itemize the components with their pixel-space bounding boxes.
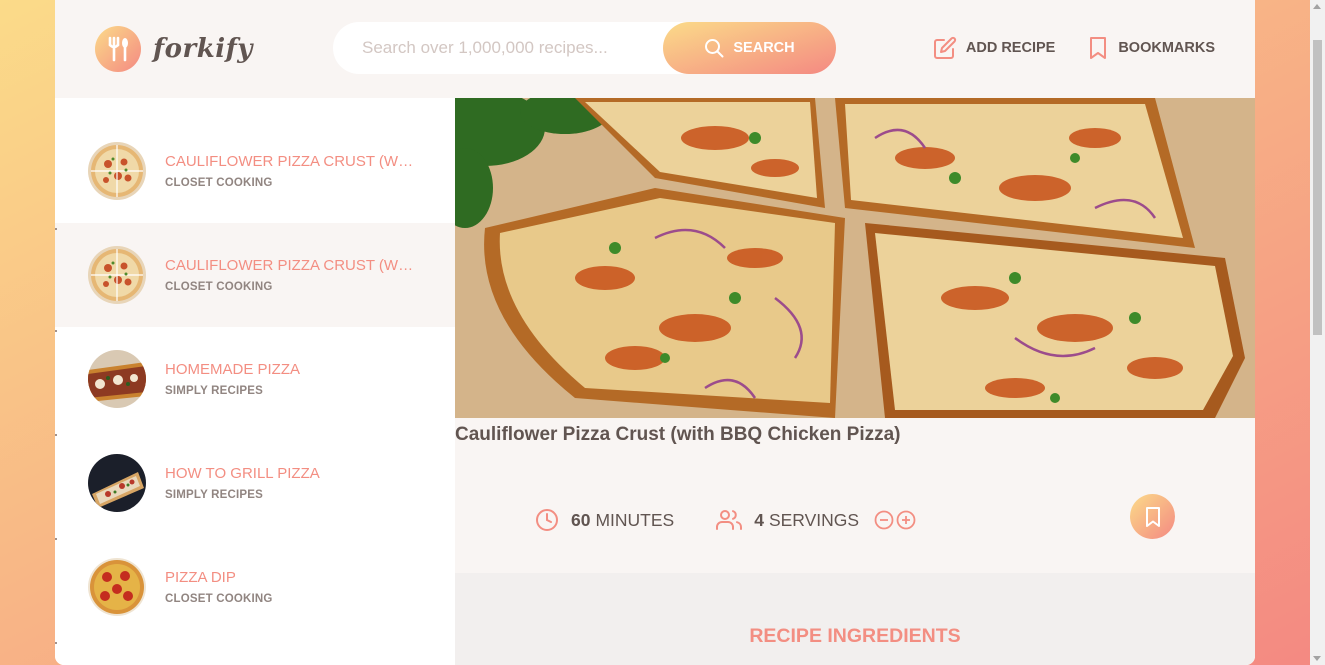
result-thumbnail <box>88 246 146 304</box>
result-publisher: SIMPLY RECIPES <box>165 385 264 397</box>
clock-icon <box>536 509 558 531</box>
increase-servings-button[interactable] <box>896 510 916 530</box>
result-item-active[interactable]: CAULIFLOWER PIZZA CRUST (WIT... CLOSET C… <box>55 223 455 327</box>
bookmarks-button[interactable]: BOOKMARKS <box>1087 34 1215 62</box>
result-text: PIZZA DIP CLOSET COOKING <box>165 569 417 605</box>
logo-text: forkify <box>153 34 253 64</box>
bookmark-icon <box>1145 506 1160 527</box>
servings-stepper <box>874 510 916 530</box>
servings-unit: SERVINGS <box>768 509 860 530</box>
result-publisher: CLOSET COOKING <box>165 281 273 293</box>
edit-icon <box>933 36 956 59</box>
scroll-down-arrow-icon[interactable] <box>1313 656 1321 661</box>
result-item[interactable]: CAULIFLOWER PIZZA CRUST (WIT... CLOSET C… <box>55 119 455 223</box>
cooking-time: 60 MINUTES <box>535 508 674 532</box>
result-title: CAULIFLOWER PIZZA CRUST (WIT... <box>165 153 417 170</box>
result-title: PIZZA DIP <box>165 569 236 586</box>
cooking-time-unit: MINUTES <box>595 509 675 530</box>
search-input[interactable] <box>362 38 682 58</box>
bookmark-recipe-button[interactable] <box>1130 494 1175 539</box>
minus-circle-icon <box>874 510 894 530</box>
result-title: HOW TO GRILL PIZZA <box>165 465 320 482</box>
app-container: forkify SEARCH ADD RECIPE <box>55 0 1255 665</box>
decrease-servings-button[interactable] <box>874 510 894 530</box>
bookmark-icon <box>1090 37 1107 59</box>
logo[interactable]: forkify <box>95 26 253 72</box>
divider-dot <box>55 434 57 436</box>
recipe-details: 60 MINUTES 4 SERVINGS <box>535 500 1175 540</box>
page-scrollbar[interactable] <box>1310 0 1325 665</box>
divider-dot <box>55 642 57 644</box>
result-item[interactable]: HOMEMADE PIZZA SIMPLY RECIPES <box>55 327 455 431</box>
search-form: SEARCH <box>333 22 836 74</box>
divider-dot <box>55 330 57 332</box>
result-thumbnail <box>88 142 146 200</box>
header: forkify SEARCH ADD RECIPE <box>55 0 1255 98</box>
result-title: CAULIFLOWER PIZZA CRUST (WIT... <box>165 257 417 274</box>
result-item[interactable]: PIZZA DIP CLOSET COOKING <box>55 535 455 639</box>
results-list: CAULIFLOWER PIZZA CRUST (WIT... CLOSET C… <box>55 98 455 639</box>
result-publisher: CLOSET COOKING <box>165 593 273 605</box>
result-publisher: SIMPLY RECIPES <box>165 489 264 501</box>
add-recipe-button[interactable]: ADD RECIPE <box>933 34 1055 62</box>
result-publisher: CLOSET COOKING <box>165 177 273 189</box>
divider-dot <box>55 228 57 230</box>
result-thumbnail <box>88 454 146 512</box>
result-text: HOMEMADE PIZZA SIMPLY RECIPES <box>165 361 417 397</box>
add-recipe-label: ADD RECIPE <box>965 40 1056 56</box>
ingredients-heading: RECIPE INGREDIENTS <box>749 625 961 647</box>
scroll-up-arrow-icon[interactable] <box>1313 4 1321 9</box>
plus-circle-icon <box>896 510 916 530</box>
recipe-title: Cauliflower Pizza Crust (with BBQ Chicke… <box>455 424 901 445</box>
result-title: HOMEMADE PIZZA <box>165 361 301 378</box>
search-results: CAULIFLOWER PIZZA CRUST (WIT... CLOSET C… <box>55 98 455 665</box>
recipe-image <box>455 98 1255 418</box>
result-text: HOW TO GRILL PIZZA SIMPLY RECIPES <box>165 465 417 501</box>
result-thumbnail <box>88 558 146 616</box>
search-icon <box>705 39 724 58</box>
servings-value: 4 <box>754 509 764 530</box>
search-button-label: SEARCH <box>733 40 795 56</box>
result-thumbnail <box>88 350 146 408</box>
recipe-view: Cauliflower Pizza Crust (with BBQ Chicke… <box>455 98 1255 665</box>
users-icon <box>716 510 743 530</box>
servings: 4 SERVINGS <box>716 508 916 532</box>
search-button[interactable]: SEARCH <box>663 22 836 74</box>
scroll-thumb[interactable] <box>1313 40 1322 335</box>
fork-knife-icon <box>95 26 141 72</box>
result-item[interactable]: HOW TO GRILL PIZZA SIMPLY RECIPES <box>55 431 455 535</box>
bookmarks-label: BOOKMARKS <box>1118 40 1215 56</box>
top-nav: ADD RECIPE BOOKMARKS <box>933 34 1215 62</box>
recipe-ingredients: RECIPE INGREDIENTS <box>455 573 1255 665</box>
divider-dot <box>55 538 57 540</box>
result-text: CAULIFLOWER PIZZA CRUST (WIT... CLOSET C… <box>165 257 417 293</box>
result-text: CAULIFLOWER PIZZA CRUST (WIT... CLOSET C… <box>165 153 417 189</box>
cooking-time-value: 60 <box>571 509 591 530</box>
